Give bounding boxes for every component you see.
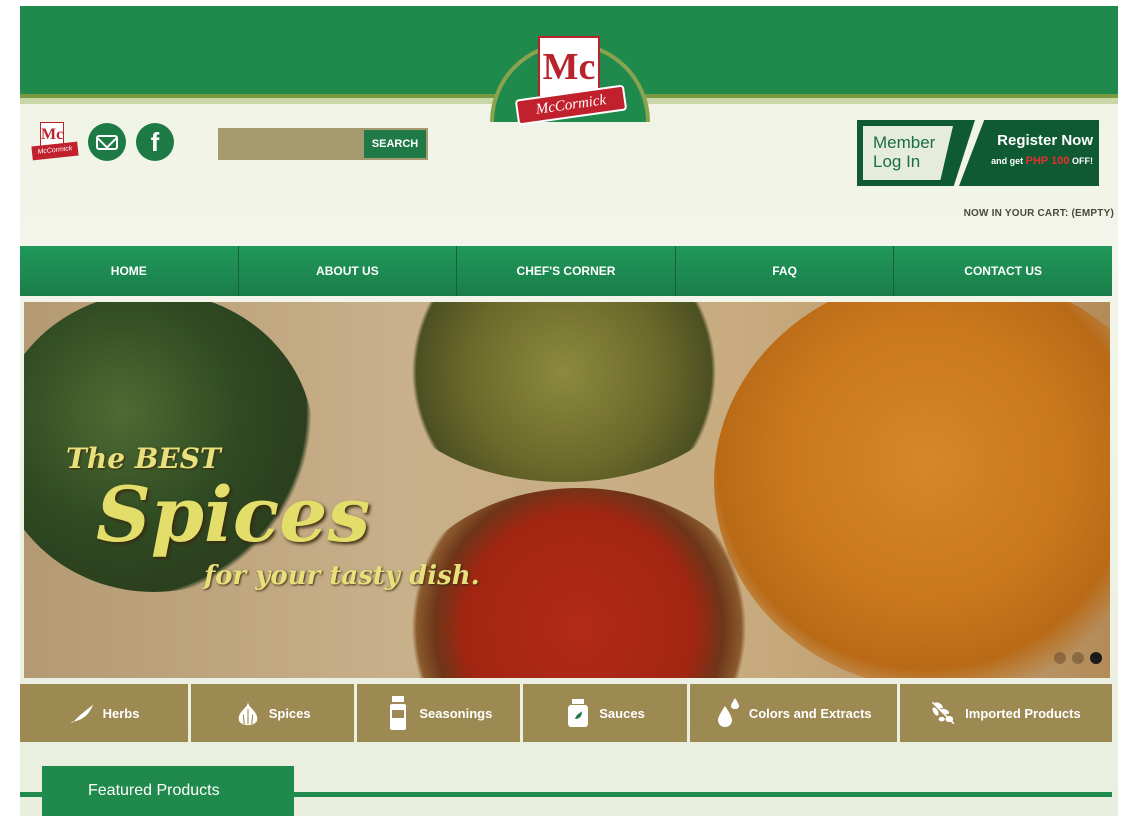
nav-chefs-corner[interactable]: CHEF'S CORNER: [457, 246, 676, 296]
hero-banner[interactable]: The BEST Spices for your tasty dish.: [24, 302, 1110, 678]
leaf-icon: [69, 698, 95, 728]
slider-dot-2[interactable]: [1072, 652, 1084, 664]
facebook-icon[interactable]: f: [136, 123, 174, 161]
shaker-icon: [385, 696, 411, 730]
member-login-button[interactable]: Member Log In: [857, 120, 975, 186]
page-container: Mc McCormick Mc McCormick f SEARCH Membe…: [20, 6, 1118, 816]
register-title: Register Now: [997, 132, 1093, 149]
category-herbs-label: Herbs: [102, 705, 140, 721]
banner-headline: The BEST Spices for your tasty dish.: [66, 442, 480, 591]
category-imported-products[interactable]: Imported Products: [899, 684, 1113, 742]
register-promo-suffix: OFF!: [1072, 156, 1093, 166]
drops-icon: [715, 698, 741, 728]
search-bar: SEARCH: [218, 128, 428, 160]
social-links: Mc McCormick f: [31, 122, 174, 162]
nav-home[interactable]: HOME: [20, 246, 239, 296]
mccormick-logo[interactable]: Mc McCormick: [514, 32, 628, 130]
account-actions: Member Log In Register Now and get PHP 1…: [857, 120, 1099, 186]
search-button[interactable]: SEARCH: [362, 128, 428, 160]
category-sauces[interactable]: Sauces: [523, 684, 687, 742]
facebook-glyph: f: [150, 126, 160, 157]
banner-line3: for your tasty dish.: [204, 561, 480, 591]
nav-about-us[interactable]: ABOUT US: [239, 246, 458, 296]
featured-products-tab[interactable]: Featured Products: [42, 766, 294, 816]
register-promo-amount: PHP 100: [1025, 155, 1070, 167]
slider-dot-3[interactable]: [1090, 652, 1102, 664]
member-login-line2: Log In: [873, 152, 921, 171]
slider-dots: [1054, 652, 1102, 664]
register-now-button[interactable]: Register Now and get PHP 100 OFF!: [959, 120, 1099, 186]
register-promo: and get PHP 100 OFF!: [989, 155, 1093, 167]
category-imported-products-label: Imported Products: [965, 705, 1081, 721]
nav-contact-us[interactable]: CONTACT US: [894, 246, 1112, 296]
search-input[interactable]: [218, 128, 362, 160]
turmeric-pile-image: [714, 302, 1110, 678]
category-colors-extracts-label: Colors and Extracts: [748, 705, 872, 721]
featured-products-section: Featured Products: [20, 766, 1112, 816]
category-bar: Herbs Spices Seasonings Sauces Colors an…: [20, 684, 1113, 742]
category-spices-label: Spices: [268, 705, 311, 721]
cart-status[interactable]: NOW IN YOUR CART: (EMPTY): [964, 208, 1114, 219]
banner-line2: Spices: [96, 470, 371, 559]
main-nav: HOME ABOUT US CHEF'S CORNER FAQ CONTACT …: [20, 246, 1112, 296]
category-seasonings-label: Seasonings: [419, 705, 493, 721]
register-promo-prefix: and get: [991, 156, 1024, 166]
mccormick-mini-logo-icon[interactable]: Mc McCormick: [31, 122, 79, 162]
jar-icon: [565, 698, 591, 728]
garlic-icon: [235, 698, 261, 728]
member-login-label: Member Log In: [863, 126, 953, 180]
category-seasonings[interactable]: Seasonings: [357, 684, 521, 742]
slider-dot-1[interactable]: [1054, 652, 1066, 664]
mini-logo-ribbon: McCormick: [31, 141, 79, 161]
olive-branch-icon: [931, 698, 957, 728]
category-herbs[interactable]: Herbs: [20, 684, 189, 742]
category-colors-extracts[interactable]: Colors and Extracts: [689, 684, 897, 742]
nav-faq[interactable]: FAQ: [676, 246, 895, 296]
category-sauces-label: Sauces: [599, 705, 645, 721]
envelope-glyph: [96, 134, 118, 150]
category-spices[interactable]: Spices: [191, 684, 355, 742]
member-login-line1: Member: [873, 133, 936, 152]
email-icon[interactable]: [88, 123, 126, 161]
